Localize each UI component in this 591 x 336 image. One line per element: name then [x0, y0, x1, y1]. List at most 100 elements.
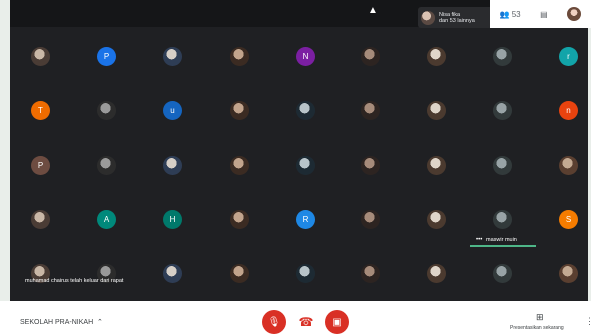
present-icon[interactable]: ⊞: [536, 312, 544, 323]
participant-photo-tile[interactable]: [230, 101, 249, 120]
participant-photo-tile[interactable]: [163, 156, 182, 175]
participant-initial: P: [103, 52, 110, 61]
participant-photo-tile[interactable]: [230, 264, 249, 283]
participant-photo-tile[interactable]: [427, 210, 446, 229]
camera-toggle-button[interactable]: ▣: [325, 310, 349, 334]
avatar: [361, 264, 380, 283]
avatar: [31, 47, 50, 66]
participant-initial-tile[interactable]: N: [296, 47, 315, 66]
mic-toggle-button[interactable]: 🎙: [262, 310, 286, 334]
participant-initial: P: [37, 161, 44, 170]
avatar: [31, 210, 50, 229]
participant-photo-tile[interactable]: [493, 101, 512, 120]
avatar: [97, 156, 116, 175]
avatar: [493, 101, 512, 120]
avatar: [493, 47, 512, 66]
participant-initial: R: [302, 215, 309, 224]
phone-hangup-icon: ☎: [298, 315, 314, 329]
mic-off-icon: 🎙: [267, 316, 281, 328]
participant-initial-tile[interactable]: P: [31, 156, 50, 175]
avatar: [493, 156, 512, 175]
participant-photo-tile[interactable]: [427, 47, 446, 66]
participant-photo-tile[interactable]: [31, 47, 50, 66]
avatar: [230, 210, 249, 229]
avatar: [361, 210, 380, 229]
present-now-label[interactable]: Presentasikan sekarang: [510, 325, 564, 331]
participant-photo-tile[interactable]: [97, 101, 116, 120]
avatar: [427, 210, 446, 229]
participant-initial: u: [170, 106, 175, 115]
participant-initial: n: [566, 106, 571, 115]
participant-photo-tile[interactable]: [163, 264, 182, 283]
participant-photo-tile[interactable]: [427, 101, 446, 120]
participant-initial-tile[interactable]: R: [296, 210, 315, 229]
camera-off-icon: ▣: [332, 316, 342, 328]
participant-initial-tile[interactable]: P: [97, 47, 116, 66]
avatar: [427, 47, 446, 66]
participant-photo-tile[interactable]: [163, 47, 182, 66]
join-notification[interactable]: Nisa fika dan 53 lainnya: [418, 7, 496, 28]
participant-photo-tile[interactable]: [493, 264, 512, 283]
participant-photo-tile[interactable]: [559, 156, 578, 175]
notification-avatar: [421, 10, 435, 25]
leave-toast: muhamad chairus telah keluar dari rapat: [25, 278, 124, 284]
participant-photo-tile[interactable]: [230, 47, 249, 66]
participant-initial: N: [302, 52, 309, 61]
participant-photo-tile[interactable]: [427, 264, 446, 283]
speaking-indicator: [470, 245, 536, 247]
mouse-cursor: ▲: [368, 5, 378, 16]
participant-initial: T: [38, 106, 43, 115]
speaking-dots: •••: [476, 237, 483, 243]
avatar: [163, 264, 182, 283]
participant-photo-tile[interactable]: [427, 156, 446, 175]
participant-initial-tile[interactable]: n: [559, 101, 578, 120]
participant-photo-tile[interactable]: [493, 156, 512, 175]
participant-photo-tile[interactable]: [31, 210, 50, 229]
participants-button[interactable]: 👥 53: [500, 10, 521, 19]
top-right-controls: 👥 53 ▤: [490, 0, 591, 28]
avatar: [230, 156, 249, 175]
avatar: [361, 47, 380, 66]
participant-photo-tile[interactable]: [493, 47, 512, 66]
avatar: [296, 264, 315, 283]
self-avatar[interactable]: [567, 7, 582, 21]
participant-photo-tile[interactable]: [361, 264, 380, 283]
participant-photo-tile[interactable]: [230, 156, 249, 175]
participant-photo-tile[interactable]: [559, 264, 578, 283]
participant-initial-tile[interactable]: r: [559, 47, 578, 66]
avatar: [427, 264, 446, 283]
participant-initial: H: [169, 215, 176, 224]
chat-icon[interactable]: ▤: [540, 10, 548, 19]
participant-initial-tile[interactable]: T: [31, 101, 50, 120]
participant-initial-tile[interactable]: u: [163, 101, 182, 120]
participant-photo-tile[interactable]: [361, 156, 380, 175]
participant-photo-tile[interactable]: [361, 210, 380, 229]
avatar: [296, 156, 315, 175]
avatar: [559, 264, 578, 283]
participant-photo-tile[interactable]: [230, 210, 249, 229]
participant-initial-tile[interactable]: S: [559, 210, 578, 229]
avatar: [230, 101, 249, 120]
video-grid: [10, 0, 588, 301]
leave-call-button[interactable]: ☎: [294, 310, 318, 334]
participant-photo-tile[interactable]: [493, 210, 512, 229]
chevron-up-icon: ⌃: [95, 319, 103, 326]
participant-photo-tile[interactable]: [361, 47, 380, 66]
participant-initial: A: [103, 215, 110, 224]
avatar: [296, 101, 315, 120]
avatar: [230, 264, 249, 283]
participant-photo-tile[interactable]: [97, 156, 116, 175]
avatar: [427, 101, 446, 120]
avatar: [493, 264, 512, 283]
participant-photo-tile[interactable]: [296, 264, 315, 283]
more-options-icon[interactable]: ⋮: [585, 316, 591, 327]
participant-photo-tile[interactable]: [361, 101, 380, 120]
participant-photo-tile[interactable]: [296, 156, 315, 175]
participant-initial-tile[interactable]: A: [97, 210, 116, 229]
avatar: [427, 156, 446, 175]
participant-count: 53: [511, 9, 521, 19]
avatar: [163, 156, 182, 175]
participant-photo-tile[interactable]: [296, 101, 315, 120]
participant-initial-tile[interactable]: H: [163, 210, 182, 229]
meeting-details[interactable]: SEKOLAH PRA-NIKAH ⌃: [20, 318, 103, 326]
